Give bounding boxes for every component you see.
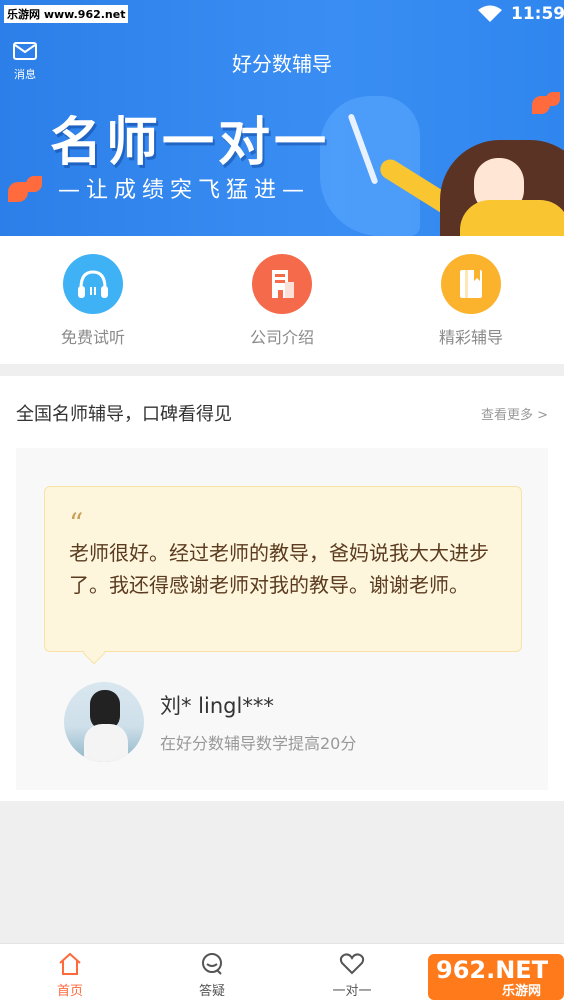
wifi-icon (478, 5, 502, 22)
tab-qa-label: 答疑 (198, 984, 225, 999)
leaf-decoration (8, 182, 28, 202)
banner-headline: 名师一对一 (50, 113, 331, 173)
status-bar: 乐游网 www.962.net 11:59 (0, 0, 564, 30)
leaf-decoration (26, 176, 42, 192)
home-icon (59, 952, 81, 975)
heart-icon (339, 953, 365, 975)
avatar (64, 682, 144, 762)
tab-one-on-one-label: 一对一 (332, 984, 372, 999)
company-intro-label: 公司介绍 (249, 328, 314, 347)
testimonial-card[interactable]: “ 老师很好。经过老师的教导，爸妈说我大大进步了。我还得感谢老师对我的教导。谢谢… (16, 448, 548, 790)
free-trial-label: 免费试听 (60, 328, 125, 347)
quick-menu: 免费试听 公司介绍 精彩辅导 (0, 236, 564, 364)
tutoring-highlights-label: 精彩辅导 (438, 328, 503, 347)
student-name: 刘* lingl*** (160, 694, 274, 718)
header-banner: 乐游网 www.962.net 11:59 消息 好分数辅导 名师一对一 —让成… (0, 0, 564, 236)
section-title: 全国名师辅导，口碑看得见 (16, 404, 232, 425)
tab-qa[interactable]: 答疑 (172, 952, 252, 999)
banner-subline: —让成绩突飞猛进— (58, 178, 311, 203)
chat-icon (202, 953, 222, 975)
tutoring-highlights-button[interactable]: 精彩辅导 (411, 254, 531, 348)
watermark-logo-line2: 乐游网 (502, 984, 542, 999)
building-icon (252, 254, 312, 314)
company-intro-button[interactable]: 公司介绍 (222, 254, 342, 348)
view-more-link[interactable]: 查看更多 > (481, 404, 548, 423)
quote-mark-icon: “ (69, 507, 84, 540)
watermark-text: 乐游网 www.962.net (4, 5, 129, 23)
tab-home-label: 首页 (56, 984, 83, 999)
quote-bubble: “ 老师很好。经过老师的教导，爸妈说我大大进步了。我还得感谢老师对我的教导。谢谢… (44, 486, 522, 652)
book-icon (441, 254, 501, 314)
headphones-icon (63, 254, 123, 314)
student-result: 在好分数辅导数学提高20分 (160, 734, 357, 753)
app-title: 好分数辅导 (232, 52, 332, 76)
testimonial-text: 老师很好。经过老师的教导，爸妈说我大大进步了。我还得感谢老师对我的教导。谢谢老师… (69, 541, 489, 597)
status-time: 11:59 (511, 4, 564, 24)
leaf-decoration (546, 92, 560, 106)
watermark-logo: 962.NET 乐游网 (428, 954, 564, 1000)
tab-home[interactable]: 首页 (30, 952, 110, 999)
teacher-body (460, 200, 564, 236)
tab-one-on-one[interactable]: 一对一 (312, 952, 392, 999)
free-trial-button[interactable]: 免费试听 (33, 254, 153, 348)
testimonial-section: 全国名师辅导，口碑看得见 查看更多 > “ 老师很好。经过老师的教导，爸妈说我大… (0, 376, 564, 801)
